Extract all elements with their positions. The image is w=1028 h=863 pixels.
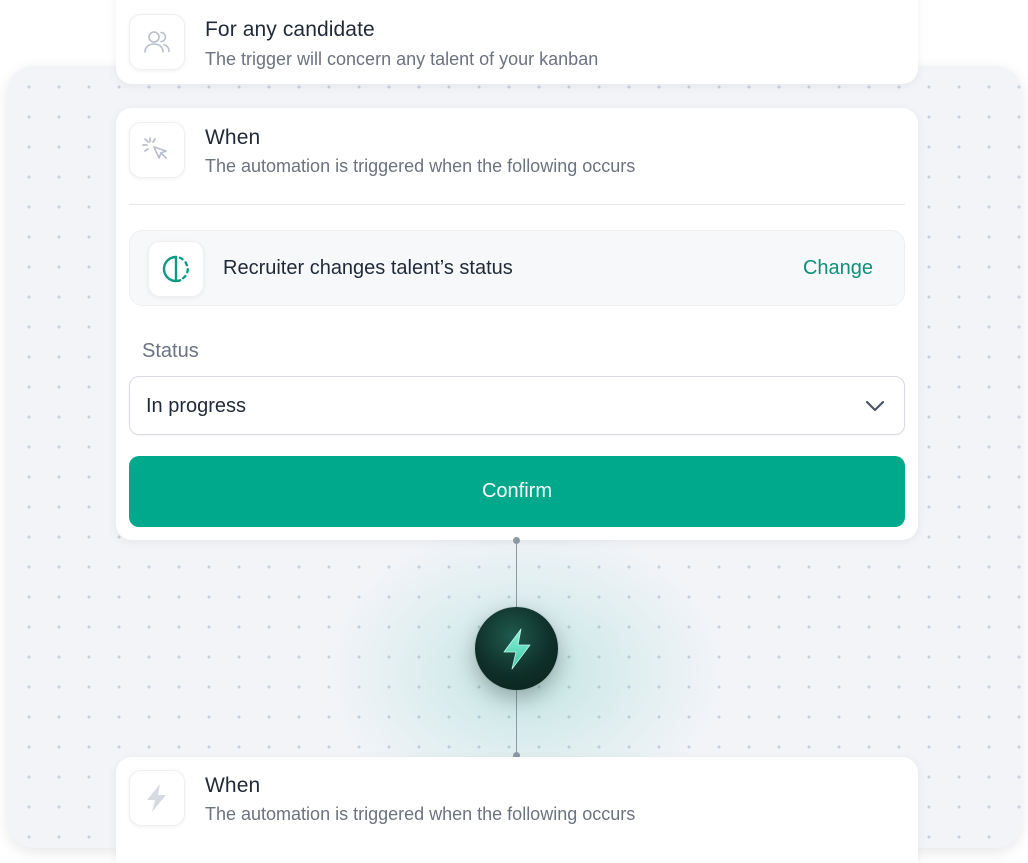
status-circle-icon [148,241,204,297]
lightning-bolt-icon [129,770,185,826]
change-trigger-link[interactable]: Change [803,257,873,280]
next-step-title: When [205,774,261,797]
audience-step-title: For any candidate [205,18,375,41]
status-field-label: Status [142,340,199,362]
trigger-summary: Recruiter changes talent’s status Change [129,230,905,306]
trigger-label: Recruiter changes talent’s status [223,257,513,279]
add-action-node[interactable] [475,607,558,690]
chevron-down-icon [865,400,885,412]
audience-step-card[interactable]: For any candidate The trigger will conce… [116,0,918,84]
cursor-click-icon [129,122,185,178]
when-step-title: When [205,126,261,149]
next-step-card[interactable]: When The automation is triggered when th… [116,757,918,863]
lightning-bolt-icon [503,628,530,669]
connector-line-bottom [516,690,517,756]
next-step-subtitle: The automation is triggered when the fol… [205,804,636,824]
users-icon [129,14,185,70]
audience-step-subtitle: The trigger will concern any talent of y… [205,49,599,69]
when-step-subtitle: The automation is triggered when the fol… [205,156,636,176]
connector-line-top [516,541,517,608]
section-divider [129,204,905,205]
connector-dot-top [513,537,520,544]
confirm-button[interactable]: Confirm [129,456,905,527]
status-select[interactable]: In progress [129,376,905,435]
status-selected-value: In progress [146,395,247,417]
when-step-card: When The automation is triggered when th… [116,108,918,540]
